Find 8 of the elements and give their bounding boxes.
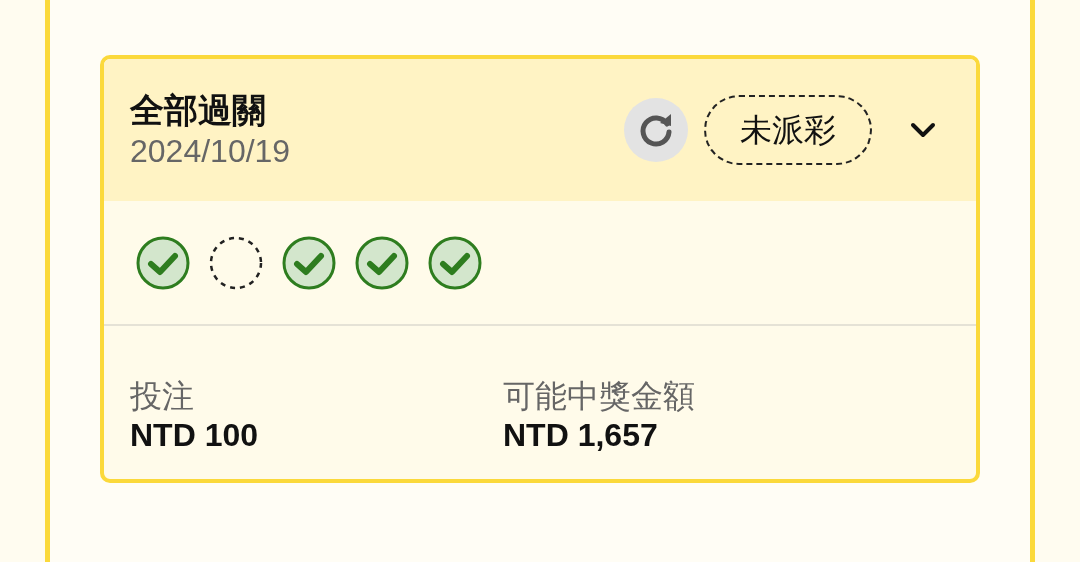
stake-value: NTD 100 <box>130 416 260 454</box>
payout-value: NTD 1,657 <box>503 416 659 454</box>
bet-title: 全部過關 <box>130 90 267 131</box>
status-badge: 未派彩 <box>704 95 872 165</box>
bet-date: 2024/10/19 <box>130 132 292 171</box>
payout-label: 可能中獎金額 <box>503 377 695 416</box>
chevron-down-icon[interactable] <box>910 120 936 140</box>
stake-label: 投注 <box>130 377 195 416</box>
